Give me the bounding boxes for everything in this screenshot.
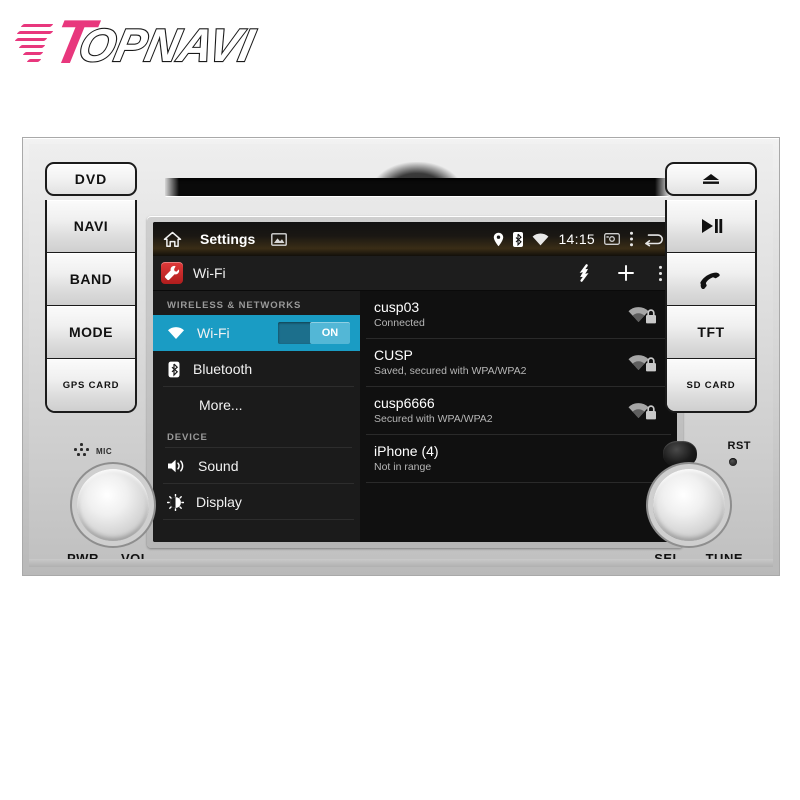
- network-status: Not in range: [374, 461, 432, 474]
- location-pin-icon: [493, 232, 504, 247]
- unit-bottom-rail: [29, 559, 773, 567]
- wifi-screen-title: Wi-Fi: [193, 265, 226, 281]
- sidebar-item-more-label: More...: [199, 397, 243, 413]
- play-pause-icon: [699, 218, 723, 234]
- network-ssid: CUSP: [374, 347, 413, 364]
- wifi-network-list: cusp03 Connected CUSP Saved, secured wit…: [360, 291, 677, 542]
- car-stereo-unit: DVD NAVI BAND MODE GPS CARD TFT SD CARD …: [22, 137, 780, 576]
- settings-nav-pane: WIRELESS & NETWORKS Wi-Fi ON Bluetooth M…: [153, 291, 360, 542]
- section-header-device: DEVICE: [167, 432, 208, 443]
- wifi-action-icons: [574, 263, 667, 283]
- network-status: Connected: [374, 317, 425, 330]
- bluetooth-icon: [513, 231, 524, 247]
- reset-button[interactable]: [729, 458, 737, 466]
- phone-icon: [697, 269, 725, 289]
- mode-button-label: MODE: [69, 324, 113, 340]
- dvd-button-label: DVD: [74, 171, 108, 187]
- gallery-icon[interactable]: [271, 232, 288, 246]
- band-button[interactable]: BAND: [47, 253, 135, 306]
- display-bezel: Settings 14:15 Wi-Fi WIRELESS & NETWORKS…: [147, 216, 683, 548]
- logo-wordmark: OPNAVI: [73, 18, 259, 72]
- android-status-bar: Settings 14:15: [153, 222, 677, 256]
- wifi-icon: [167, 326, 185, 340]
- wifi-signal-lock-icon: [627, 303, 657, 327]
- unit-faceplate: DVD NAVI BAND MODE GPS CARD TFT SD CARD …: [29, 144, 773, 567]
- overflow-menu-icon[interactable]: [629, 231, 634, 247]
- display-icon: [167, 493, 184, 511]
- play-pause-button[interactable]: [667, 200, 755, 253]
- dvd-button[interactable]: DVD: [45, 162, 137, 196]
- band-button-label: BAND: [69, 271, 113, 287]
- sidebar-item-wifi[interactable]: Wi-Fi ON: [153, 315, 360, 351]
- sidebar-item-sound-label: Sound: [198, 458, 239, 474]
- touchscreen[interactable]: Settings 14:15 Wi-Fi WIRELESS & NETWORKS…: [153, 222, 677, 542]
- eject-icon: [700, 173, 722, 185]
- network-status: Saved, secured with WPA/WPA2: [374, 365, 527, 378]
- disc-slot[interactable]: [165, 178, 669, 196]
- sound-icon: [167, 458, 186, 474]
- sidebar-item-display-label: Display: [196, 494, 242, 510]
- ir-sensor: [663, 441, 697, 467]
- bluetooth-icon: [167, 361, 181, 378]
- network-ssid: iPhone (4): [374, 443, 439, 460]
- gps-card-label: GPS CARD: [62, 379, 120, 391]
- home-icon[interactable]: [163, 231, 182, 248]
- wifi-toggle[interactable]: ON: [278, 322, 350, 344]
- list-item[interactable]: cusp6666 Secured with WPA/WPA2: [360, 387, 677, 435]
- wifi-toggle-state: ON: [310, 322, 350, 344]
- wifi-icon: [532, 232, 549, 246]
- eject-button[interactable]: [665, 162, 757, 196]
- sidebar-item-display[interactable]: Display: [153, 484, 360, 520]
- network-status: Secured with WPA/WPA2: [374, 413, 493, 426]
- sidebar-item-sound[interactable]: Sound: [153, 448, 360, 484]
- disc-slot-area: [157, 162, 677, 212]
- list-item[interactable]: CUSP Saved, secured with WPA/WPA2: [360, 339, 677, 387]
- sidebar-item-bluetooth-label: Bluetooth: [193, 361, 253, 377]
- navi-button[interactable]: NAVI: [47, 200, 135, 253]
- back-icon[interactable]: [643, 232, 665, 247]
- wifi-signal-lock-icon: [627, 351, 657, 375]
- sd-card-slot-button[interactable]: SD CARD: [667, 359, 755, 411]
- settings-wrench-icon[interactable]: [161, 262, 183, 284]
- mode-button[interactable]: MODE: [47, 306, 135, 359]
- phone-button[interactable]: [667, 253, 755, 306]
- rst-label: RST: [727, 440, 751, 452]
- tft-button-label: TFT: [697, 324, 725, 340]
- right-button-stack: TFT SD CARD: [665, 200, 757, 413]
- sidebar-item-bluetooth[interactable]: Bluetooth: [153, 351, 360, 387]
- microphone-indicator: MIC: [73, 443, 112, 459]
- section-header-wireless: WIRELESS & NETWORKS: [167, 300, 302, 311]
- overflow-menu-icon[interactable]: [658, 265, 663, 282]
- divider: [163, 519, 354, 520]
- sidebar-item-more[interactable]: More...: [153, 387, 360, 423]
- brand-logo: T OPNAVI: [8, 8, 308, 78]
- list-item[interactable]: cusp03 Connected: [360, 291, 677, 339]
- mic-label: MIC: [96, 446, 113, 456]
- list-item[interactable]: iPhone (4) Not in range: [360, 435, 677, 483]
- left-button-stack: NAVI BAND MODE GPS CARD: [45, 200, 137, 413]
- status-bar-clock: 14:15: [558, 231, 595, 247]
- divider: [366, 482, 671, 483]
- sidebar-item-wifi-label: Wi-Fi: [197, 325, 230, 341]
- network-ssid: cusp03: [374, 299, 420, 316]
- add-icon[interactable]: [616, 263, 636, 283]
- sd-card-label: SD CARD: [686, 379, 736, 391]
- navi-button-label: NAVI: [73, 218, 109, 234]
- wifi-action-bar: Wi-Fi: [153, 256, 677, 291]
- settings-body: WIRELESS & NETWORKS Wi-Fi ON Bluetooth M…: [153, 291, 677, 542]
- select-tune-knob[interactable]: [647, 463, 731, 547]
- wifi-signal-lock-icon: [627, 399, 657, 423]
- status-bar-indicators: 14:15: [493, 231, 669, 247]
- network-ssid: cusp6666: [374, 395, 435, 412]
- wps-icon[interactable]: [574, 263, 594, 283]
- tft-button[interactable]: TFT: [667, 306, 755, 359]
- power-volume-knob[interactable]: [71, 463, 155, 547]
- mic-dots-icon: [73, 443, 91, 459]
- status-bar-title: Settings: [200, 231, 256, 247]
- screenshot-icon[interactable]: [604, 233, 620, 245]
- gps-card-slot-button[interactable]: GPS CARD: [47, 359, 135, 411]
